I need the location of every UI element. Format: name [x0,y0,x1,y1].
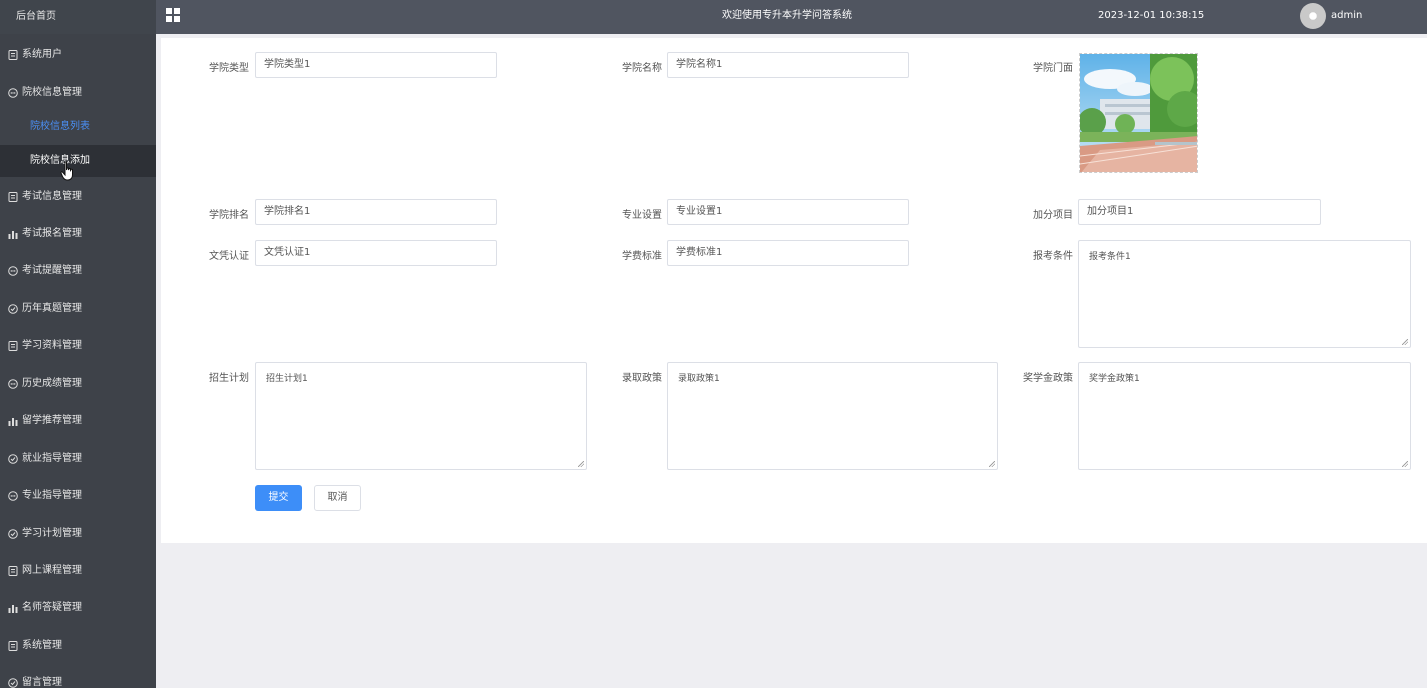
sidebar: 后台首页 系统用户 院校信息管理 院校信息列表 院校信息添加 考试信息管理 考试… [0,0,156,688]
resize-handle-icon[interactable] [989,461,995,467]
sidebar-item-label: 历年真题管理 [22,303,82,314]
scholarship-policy-label: 奖学金政策 [1023,373,1073,384]
document-icon [8,641,18,651]
sidebar-item-messages[interactable]: 留言管理 [0,670,156,688]
major-setting-input[interactable]: 专业设置1 [667,199,909,225]
check-circle-icon [8,678,18,688]
bonus-items-label: 加分项目 [1033,210,1073,221]
sidebar-item-exam-registration[interactable]: 考试报名管理 [0,221,156,247]
check-circle-icon [8,529,18,539]
resize-handle-icon[interactable] [1402,339,1408,345]
sidebar-item-history-scores[interactable]: 历史成绩管理 [0,371,156,397]
resize-handle-icon[interactable] [1402,461,1408,467]
document-icon [8,566,18,576]
sidebar-item-label: 考试报名管理 [22,228,82,239]
document-icon [8,50,18,60]
hand-cursor-icon [60,161,73,181]
sidebar-item-exam-reminder[interactable]: 考试提醒管理 [0,258,156,284]
sidebar-item-label: 专业指导管理 [22,490,82,501]
sidebar-item-label: 学习资料管理 [22,340,82,351]
college-gate-image[interactable] [1079,53,1198,173]
requirements-label: 报考条件 [1033,251,1073,262]
scholarship-policy-value: 奖学金政策1 [1089,374,1140,384]
bar-chart-icon [8,416,18,426]
sidebar-item-label: 历史成绩管理 [22,378,82,389]
app-title: 欢迎使用专升本升学问答系统 [722,10,852,21]
sidebar-item-system-management[interactable]: 系统管理 [0,633,156,659]
sidebar-item-study-abroad[interactable]: 留学推荐管理 [0,408,156,434]
college-rank-label: 学院排名 [209,210,249,221]
sidebar-item-label: 考试信息管理 [22,191,82,202]
sidebar-item-major-guide[interactable]: 专业指导管理 [0,483,156,509]
bonus-items-input[interactable]: 加分项目1 [1078,199,1321,225]
sidebar-item-label: 网上课程管理 [22,565,82,576]
chat-icon [8,491,18,501]
sidebar-item-label: 留学推荐管理 [22,415,82,426]
sidebar-item-teacher-qa[interactable]: 名师答疑管理 [0,595,156,621]
chat-icon [8,88,18,98]
tuition-input[interactable]: 学费标准1 [667,240,909,266]
college-gate-label: 学院门面 [1033,63,1073,74]
sidebar-item-career-guide[interactable]: 就业指导管理 [0,446,156,472]
enrollment-plan-textarea[interactable]: 招生计划1 [255,362,587,470]
sidebar-home-link[interactable]: 后台首页 [0,0,156,34]
sidebar-item-label: 考试提醒管理 [22,265,82,276]
submit-button[interactable]: 提交 [255,485,302,511]
enrollment-plan-value: 招生计划1 [266,374,308,384]
sidebar-item-label: 学习计划管理 [22,528,82,539]
requirements-textarea[interactable]: 报考条件1 [1078,240,1411,348]
admission-policy-label: 录取政策 [622,373,662,384]
college-name-input[interactable]: 学院名称1 [667,52,909,78]
username[interactable]: admin [1331,0,1362,32]
bar-chart-icon [8,603,18,613]
scholarship-policy-textarea[interactable]: 奖学金政策1 [1078,362,1411,470]
sidebar-subitem-college-add[interactable]: 院校信息添加 [0,145,156,177]
sidebar-item-label: 名师答疑管理 [22,602,82,613]
admission-policy-textarea[interactable]: 录取政策1 [667,362,998,470]
chat-icon [8,266,18,276]
college-type-label: 学院类型 [209,63,249,74]
major-setting-label: 专业设置 [622,210,662,221]
sidebar-item-past-papers[interactable]: 历年真题管理 [0,296,156,322]
campus-photo [1080,54,1197,172]
diploma-cert-label: 文凭认证 [209,251,249,262]
sidebar-item-system-users[interactable]: 系统用户 [0,42,156,68]
college-info-form: 学院类型 学院类型1 学院名称 学院名称1 学院门面 学院排名 学院排名1 专业… [161,38,1427,543]
resize-handle-icon[interactable] [578,461,584,467]
college-name-label: 学院名称 [622,63,662,74]
sidebar-item-label: 就业指导管理 [22,453,82,464]
sidebar-subitem-college-list[interactable]: 院校信息列表 [0,111,156,143]
enrollment-plan-label: 招生计划 [209,373,249,384]
sidebar-item-label: 系统管理 [22,640,62,651]
tuition-label: 学费标准 [622,251,662,262]
sidebar-item-label: 留言管理 [22,677,62,688]
sidebar-item-study-plan[interactable]: 学习计划管理 [0,521,156,547]
sidebar-item-online-courses[interactable]: 网上课程管理 [0,558,156,584]
chat-icon [8,379,18,389]
admission-policy-value: 录取政策1 [678,374,720,384]
sidebar-item-label: 系统用户 [22,49,62,60]
sidebar-item-label: 院校信息管理 [22,87,82,98]
avatar[interactable] [1300,3,1326,29]
requirements-value: 报考条件1 [1089,252,1131,262]
top-navbar: 欢迎使用专升本升学问答系统 2023-12-01 10:38:15 admin [156,0,1427,34]
current-datetime: 2023-12-01 10:38:15 [1098,10,1205,21]
check-circle-icon [8,304,18,314]
bar-chart-icon [8,229,18,239]
document-icon [8,341,18,351]
college-rank-input[interactable]: 学院排名1 [255,199,497,225]
sidebar-item-college-info[interactable]: 院校信息管理 [0,80,156,106]
cancel-button[interactable]: 取消 [314,485,361,511]
document-icon [8,192,18,202]
diploma-cert-input[interactable]: 文凭认证1 [255,240,497,266]
college-type-input[interactable]: 学院类型1 [255,52,497,78]
grid-menu-icon[interactable] [166,8,180,22]
sidebar-item-exam-info[interactable]: 考试信息管理 [0,184,156,210]
check-circle-icon [8,454,18,464]
sidebar-item-study-materials[interactable]: 学习资料管理 [0,333,156,359]
